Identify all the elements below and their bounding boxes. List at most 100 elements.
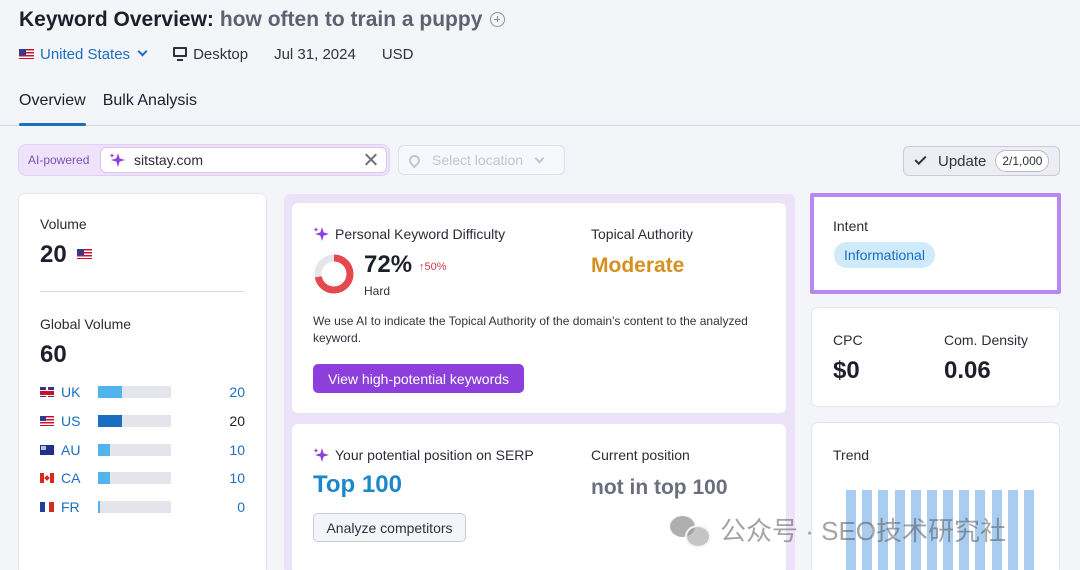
meta-row: United States Desktop Jul 31, 2024 USD	[19, 44, 414, 64]
country-row[interactable]: CA 10	[40, 469, 245, 487]
country-row[interactable]: UK 20	[40, 383, 245, 401]
potential-position-value: Top 100	[313, 471, 402, 498]
pkd-level: Hard	[364, 284, 391, 298]
pkd-value: 72%	[364, 251, 413, 278]
uk-flag-icon	[40, 387, 54, 397]
volume-bar-fill	[98, 386, 123, 398]
tab-bulk-analysis[interactable]: Bulk Analysis	[103, 92, 197, 126]
wechat-icon	[670, 514, 711, 548]
topical-authority-value: Moderate	[591, 254, 685, 277]
country-code: US	[61, 413, 81, 429]
fr-flag-icon	[40, 502, 54, 512]
intent-badge[interactable]: Informational	[834, 242, 935, 268]
us-flag-icon	[19, 49, 34, 59]
currency-label: USD	[381, 45, 414, 63]
us-flag-icon	[77, 249, 93, 259]
tab-overview[interactable]: Overview	[19, 92, 86, 126]
topical-authority-label: Topical Authority	[591, 226, 693, 242]
page-header: Keyword Overview: how often to train a pu…	[0, 0, 1080, 126]
volume-card: Volume 20 Global Volume 60 UK 20 US 20 A…	[19, 194, 266, 570]
trend-bar	[1007, 490, 1018, 570]
pkd-description: We use AI to indicate the Topical Author…	[313, 314, 748, 345]
country-selector[interactable]: United States	[19, 45, 148, 63]
volume-label: Volume	[40, 216, 87, 232]
update-label: Update	[938, 152, 987, 170]
volume-bar	[98, 501, 171, 513]
view-high-potential-keywords-button[interactable]: View high-potential keywords	[313, 364, 524, 393]
difficulty-donut	[314, 254, 354, 294]
device-label: Desktop	[193, 45, 249, 63]
page-title-label: Keyword Overview:	[19, 8, 214, 31]
intent-card: Intent Informational	[810, 193, 1061, 294]
analyze-competitors-button[interactable]: Analyze competitors	[313, 513, 466, 542]
domain-value: sitstay.com	[134, 152, 203, 168]
global-volume-label: Global Volume	[40, 316, 132, 332]
chevron-down-icon	[534, 153, 545, 163]
com-density-value: 0.06	[944, 357, 991, 384]
volume-bar-fill	[98, 472, 111, 484]
country-volume: 10	[229, 470, 245, 486]
pkd-header: Personal Keyword Difficulty	[313, 226, 505, 242]
sparkle-icon	[313, 447, 329, 463]
country-label: United States	[40, 45, 131, 63]
country-row[interactable]: US 20	[40, 412, 245, 430]
current-position-label: Current position	[591, 447, 690, 463]
us-flag-icon	[40, 416, 54, 426]
clear-icon[interactable]	[364, 153, 377, 166]
device-indicator: Desktop	[173, 46, 248, 63]
pkd-change: ↑50%	[419, 261, 447, 273]
sparkle-icon	[313, 226, 329, 242]
volume-bar	[98, 444, 171, 456]
trend-bar	[1023, 490, 1034, 570]
cpc-value: $0	[833, 357, 860, 384]
volume-bar	[98, 472, 171, 484]
keyword-text: how often to train a puppy	[219, 8, 483, 31]
location-placeholder: Select location	[432, 152, 524, 168]
global-volume-value: 60	[40, 341, 67, 368]
volume-bar-fill	[98, 444, 111, 456]
volume-bar-fill	[98, 501, 101, 513]
date-label: Jul 31, 2024	[274, 45, 356, 63]
country-volume: 20	[229, 384, 245, 400]
personal-keyword-difficulty-card: Personal Keyword Difficulty 72% ↑50% Har…	[292, 203, 786, 413]
serp-title: Your potential position on SERP	[335, 447, 534, 463]
divider	[40, 291, 244, 292]
desktop-icon	[173, 47, 188, 61]
page-title: Keyword Overview: how often to train a pu…	[19, 8, 506, 32]
volume-value: 20	[40, 241, 98, 269]
current-position-value: not in top 100	[591, 476, 728, 499]
country-code: FR	[61, 499, 80, 515]
au-flag-icon	[40, 445, 54, 455]
serp-position-card: Your potential position on SERP Top 100 …	[292, 424, 786, 570]
volume-bar	[98, 386, 171, 398]
domain-input[interactable]: sitstay.com	[100, 147, 387, 173]
cpc-card: CPC $0 Com. Density 0.06	[812, 308, 1059, 406]
add-to-list-icon[interactable]	[490, 12, 506, 27]
location-pin-icon	[406, 152, 423, 168]
com-density-label: Com. Density	[944, 332, 1029, 348]
ai-powered-label: AI-powered	[28, 153, 90, 167]
pkd-title: Personal Keyword Difficulty	[335, 226, 506, 242]
intent-label: Intent	[833, 218, 869, 234]
watermark: 公众号 · SEO技术研究社	[670, 511, 1006, 548]
country-volume: 0	[237, 499, 245, 515]
tab-bar: Overview Bulk Analysis	[19, 92, 214, 126]
country-row[interactable]: FR 0	[40, 498, 245, 516]
country-row[interactable]: AU 10	[40, 441, 245, 459]
serp-header: Your potential position on SERP	[313, 447, 534, 463]
cpc-label: CPC	[833, 332, 863, 348]
location-select[interactable]: Select location	[398, 145, 565, 175]
country-code: CA	[61, 470, 81, 486]
trend-label: Trend	[833, 447, 870, 463]
check-icon	[914, 152, 927, 166]
watermark-text: 公众号 · SEO技术研究社	[720, 516, 1007, 546]
volume-bar-fill	[98, 415, 123, 427]
ai-domain-box: AI-powered sitstay.com	[18, 144, 390, 176]
chevron-down-icon	[137, 46, 148, 56]
country-code: UK	[61, 384, 81, 400]
volume-bar	[98, 415, 171, 427]
update-count-badge: 2/1,000	[995, 150, 1050, 172]
country-volume: 10	[229, 442, 245, 458]
update-button[interactable]: Update 2/1,000	[903, 146, 1060, 176]
sparkle-icon	[109, 152, 125, 168]
